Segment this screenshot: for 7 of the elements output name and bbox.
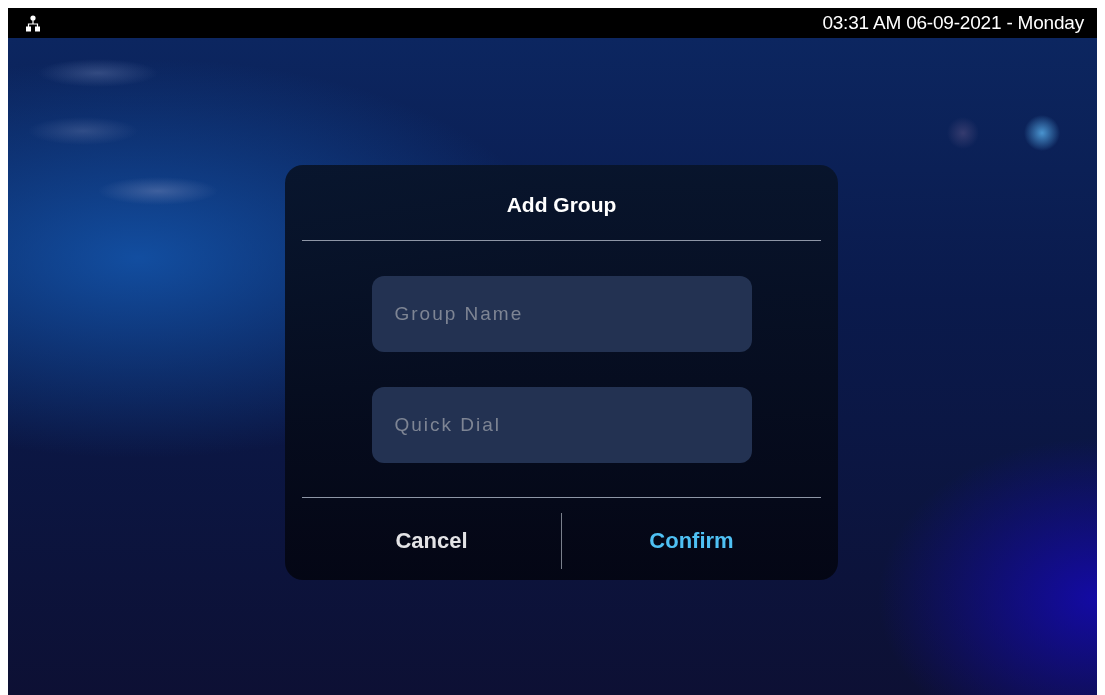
network-icon	[26, 14, 40, 32]
dialog-title: Add Group	[505, 192, 618, 218]
confirm-button[interactable]: Confirm	[562, 513, 821, 569]
date-time: 03:31 AM 06-09-2021 - Monday	[822, 12, 1084, 34]
cancel-button[interactable]: Cancel	[302, 513, 561, 569]
input-field[interactable]: Group Name	[371, 276, 752, 352]
input-field[interactable]: Quick Dial	[371, 387, 752, 463]
